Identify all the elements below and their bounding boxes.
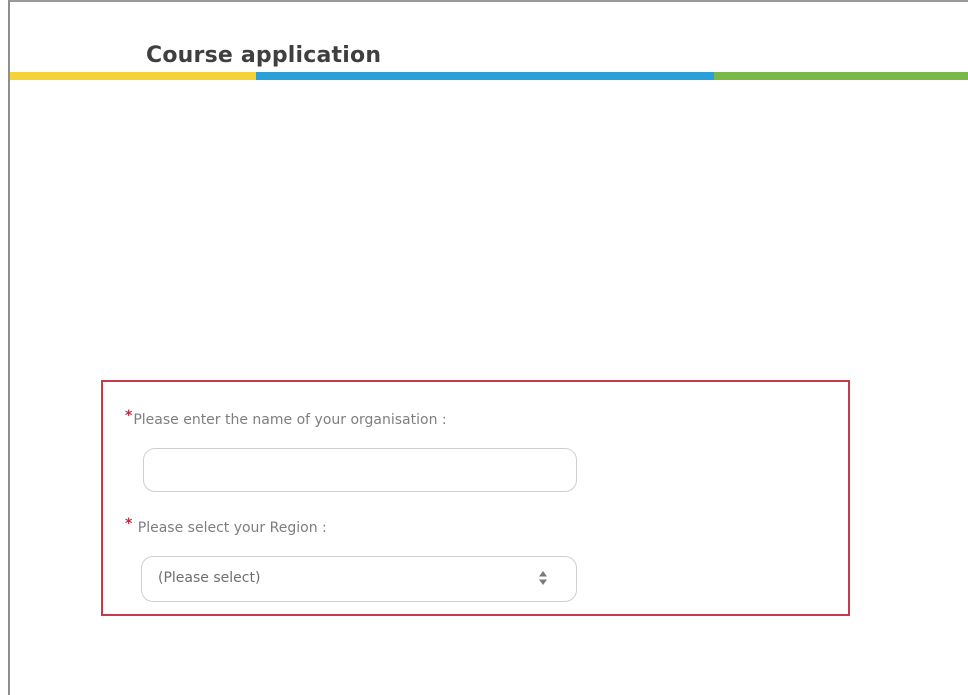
window-left-border xyxy=(8,0,10,695)
organisation-label: *Please enter the name of your organisat… xyxy=(125,408,447,428)
updown-arrows-icon xyxy=(539,571,547,585)
header-stripe-yellow xyxy=(10,72,256,80)
region-select[interactable]: (Please select) xyxy=(141,556,577,602)
organisation-label-text: Please enter the name of your organisati… xyxy=(133,412,447,428)
region-select-value: (Please select) xyxy=(158,570,261,586)
required-marker: * xyxy=(125,408,133,424)
organisation-name-input[interactable] xyxy=(143,448,577,492)
header-stripe-green xyxy=(714,72,968,80)
required-marker: * xyxy=(125,516,133,532)
window-top-border xyxy=(8,0,968,2)
application-form: *Please enter the name of your organisat… xyxy=(101,380,850,616)
page: Course application *Please enter the nam… xyxy=(0,0,968,695)
page-title: Course application xyxy=(146,43,382,68)
region-label: * Please select your Region : xyxy=(125,516,327,536)
header-stripe-blue xyxy=(256,72,714,80)
region-label-text: Please select your Region : xyxy=(137,520,327,536)
